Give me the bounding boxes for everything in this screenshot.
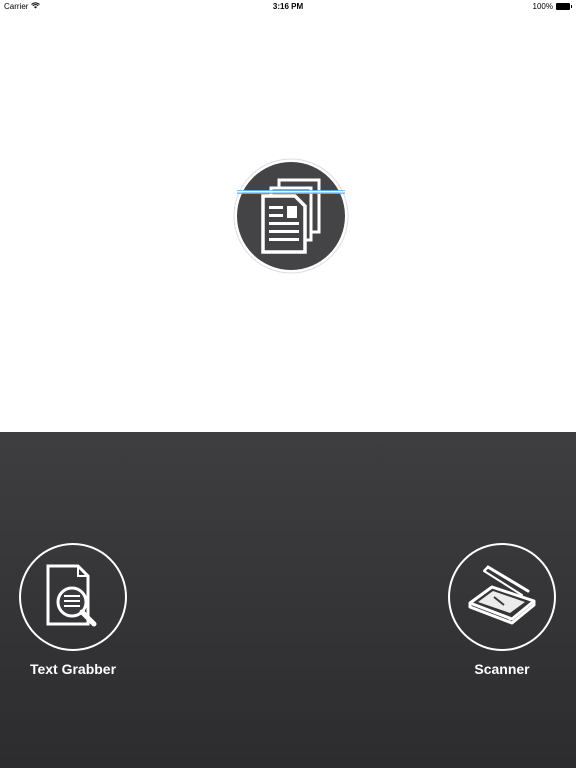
scanner-circle[interactable] xyxy=(448,543,556,651)
status-right: 100% xyxy=(533,2,572,11)
bottom-panel: Text Grabber Scanner xyxy=(0,432,576,768)
status-bar: Carrier 3:16 PM 100% xyxy=(0,0,576,14)
document-scan-icon xyxy=(233,158,349,274)
battery-fill xyxy=(557,4,569,9)
document-search-icon xyxy=(40,562,106,633)
scanner-label[interactable]: Scanner xyxy=(432,661,572,677)
text-grabber-label[interactable]: Text Grabber xyxy=(3,661,143,677)
text-grabber-button[interactable]: Text Grabber xyxy=(3,543,143,677)
text-grabber-circle[interactable] xyxy=(19,543,127,651)
battery-percent: 100% xyxy=(532,2,553,11)
battery-icon xyxy=(556,3,570,10)
battery-tip xyxy=(571,5,572,8)
app-screen: Carrier 3:16 PM 100% Text Grabber Scanne… xyxy=(0,0,576,768)
scanner-button[interactable]: Scanner xyxy=(432,543,572,677)
status-time: 3:16 PM xyxy=(272,2,304,11)
flatbed-scanner-icon xyxy=(464,557,540,638)
